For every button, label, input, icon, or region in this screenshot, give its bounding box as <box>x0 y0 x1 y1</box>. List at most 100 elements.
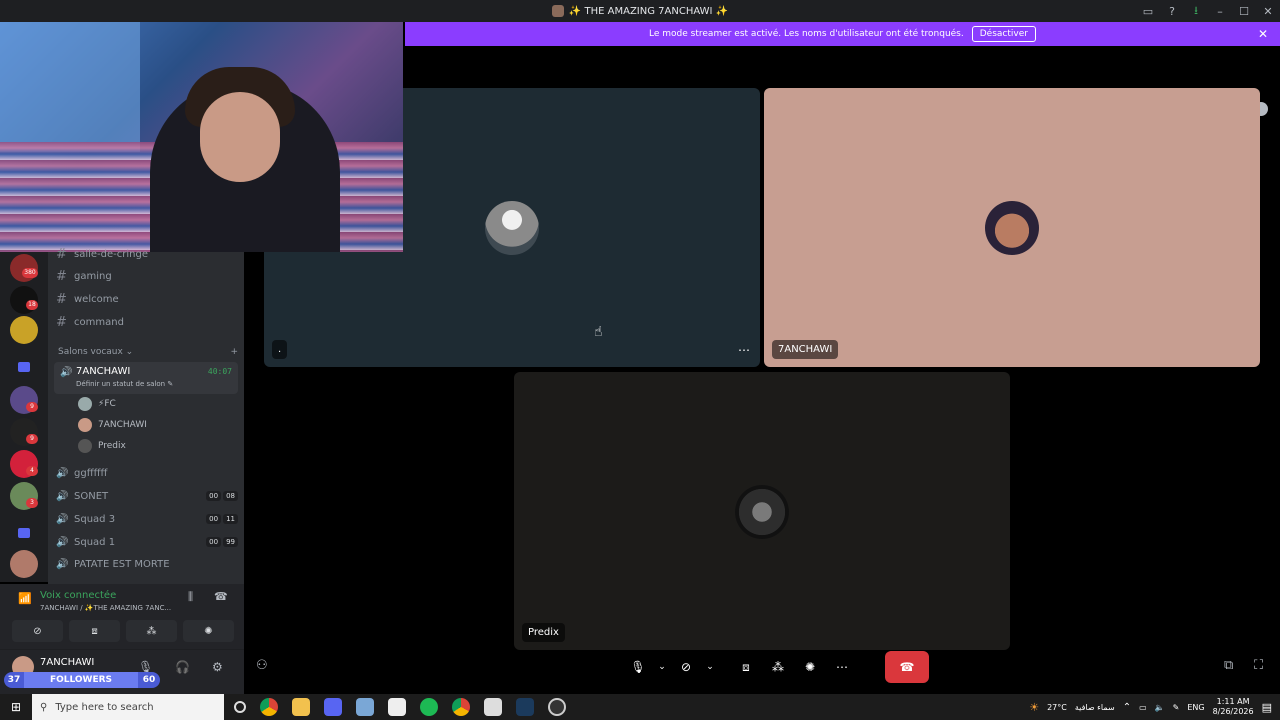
active-voice-channel[interactable]: 🔊 7ANCHAWI Définir un statut de salon ✎ … <box>54 362 238 394</box>
keyboard-icon[interactable] <box>356 698 374 716</box>
maximize-button[interactable]: ☐ <box>1232 5 1256 18</box>
screen-share-icon[interactable]: ⧈ <box>69 620 120 642</box>
network-icon[interactable]: ▭ <box>1139 703 1147 712</box>
weather-text[interactable]: سماء صافية <box>1075 703 1115 712</box>
participant-avatar <box>985 201 1039 255</box>
disconnect-icon[interactable]: ☎ <box>214 590 228 603</box>
weather-temp[interactable]: 27°C <box>1047 703 1067 712</box>
folder-icon[interactable] <box>18 528 30 538</box>
weather-icon[interactable]: ☀ <box>1029 701 1039 714</box>
capcut-icon[interactable] <box>388 698 406 716</box>
channel-name: 7ANCHAWI <box>76 366 131 377</box>
fullscreen-icon[interactable]: ⛶ <box>1254 658 1263 673</box>
voice-section-header[interactable]: Salons vocaux ⌄ + <box>58 347 238 357</box>
speaker-icon: 🔊 <box>56 467 69 479</box>
gear-icon[interactable]: ⚙ <box>212 660 223 674</box>
server-icon[interactable] <box>10 316 38 344</box>
add-channel-icon[interactable]: + <box>230 347 238 357</box>
channel-status[interactable]: Définir un statut de salon ✎ <box>76 380 173 388</box>
voice-status[interactable]: Voix connectée <box>40 590 116 601</box>
speaker-icon: 🔊 <box>56 536 69 548</box>
discord-icon[interactable] <box>324 698 342 716</box>
microphone-icon[interactable]: 🎙 <box>625 652 651 682</box>
pen-icon[interactable]: ✎ <box>1173 703 1180 712</box>
voice-channel[interactable]: 🔊 ggffffff <box>56 463 238 483</box>
video-tile-2[interactable]: 7ANCHAWI <box>764 88 1260 367</box>
video-tile-3[interactable]: Predix <box>514 372 1010 650</box>
participant-avatar <box>485 201 539 255</box>
voice-channel-path[interactable]: 7ANCHAWI / ✨THE AMAZING 7ANC... <box>40 604 171 612</box>
chrome-icon[interactable] <box>260 698 278 716</box>
headphones-icon[interactable]: 🎧 <box>175 660 190 674</box>
spotify-icon[interactable] <box>420 698 438 716</box>
voice-member[interactable]: Predix <box>78 437 126 455</box>
call-timer: 40:07 <box>207 367 232 376</box>
screen-share-icon[interactable]: ⧈ <box>733 652 759 682</box>
chrome-icon[interactable] <box>452 698 470 716</box>
hang-up-button[interactable]: ☎ <box>885 651 929 683</box>
chevron-up-icon[interactable]: ⌃ <box>1123 702 1131 713</box>
soundboard-icon[interactable]: ✺ <box>183 620 234 642</box>
voice-member[interactable]: 7ANCHAWI <box>78 416 147 434</box>
noise-suppression-icon[interactable]: ⫼ <box>188 590 193 604</box>
tile-label: 7ANCHAWI <box>772 340 839 359</box>
task-view-icon[interactable] <box>234 701 246 713</box>
voice-member[interactable]: ⚡FC <box>78 395 116 413</box>
text-channel[interactable]: # salle-de-cringe <box>56 244 238 264</box>
store-icon[interactable] <box>484 698 502 716</box>
username[interactable]: 7ANCHAWI <box>40 657 94 668</box>
more-icon[interactable]: ⋯ <box>829 652 855 682</box>
camera-off-icon[interactable]: ⊘ <box>12 620 63 642</box>
volume-icon[interactable]: 🔈 <box>1155 703 1165 712</box>
signal-icon[interactable]: 📶 <box>18 592 32 605</box>
speaker-icon: 🔊 <box>56 558 69 570</box>
member-name: Predix <box>98 441 126 451</box>
voice-channel[interactable]: 🔊 SONET 00 08 <box>56 486 238 506</box>
help-icon[interactable]: ? <box>1160 5 1184 18</box>
language-indicator[interactable]: ENG <box>1187 703 1204 712</box>
member-name: ⚡FC <box>98 399 116 409</box>
text-channel[interactable]: # welcome <box>56 289 238 309</box>
more-options-icon[interactable]: ⋯ <box>738 343 750 357</box>
clock[interactable]: 1:11 AM 8/26/2026 <box>1213 697 1254 717</box>
channel-name: SONET <box>74 490 109 502</box>
notifications-icon[interactable]: ▤ <box>1262 701 1272 714</box>
server-icon[interactable] <box>10 550 38 578</box>
inbox-icon[interactable]: ▭ <box>1136 5 1160 18</box>
followers-goal: 60 <box>142 675 156 685</box>
text-channel[interactable]: # command <box>56 312 238 332</box>
taskbar-search[interactable]: ⚲ Type here to search <box>32 694 224 720</box>
folder-icon[interactable] <box>18 362 30 372</box>
channel-name: ggffffff <box>74 467 108 479</box>
text-channel[interactable]: # gaming <box>56 266 238 286</box>
camera-off-icon[interactable]: ⊘ <box>673 652 699 682</box>
voice-channel[interactable]: 🔊 Squad 3 00 11 <box>56 509 238 529</box>
window-title: ✨ THE AMAZING 7ANCHAWI ✨ <box>551 5 728 17</box>
minimize-button[interactable]: – <box>1208 5 1232 18</box>
voice-channel[interactable]: 🔊 PATATE EST MORTE <box>56 554 238 574</box>
obs-icon[interactable] <box>548 698 566 716</box>
banner-close-icon[interactable]: ✕ <box>1258 27 1268 41</box>
speaker-icon: 🔊 <box>56 513 69 525</box>
search-placeholder: Type here to search <box>55 701 154 713</box>
disable-streamer-button[interactable]: Désactiver <box>971 26 1036 42</box>
chevron-down-icon[interactable]: ⌄ <box>657 652 667 682</box>
banner-text: Le mode streamer est activé. Les noms d'… <box>649 29 964 39</box>
windows-start-icon[interactable]: ⊞ <box>0 700 32 714</box>
popout-icon[interactable]: ⧉ <box>1224 658 1233 673</box>
file-explorer-icon[interactable] <box>292 698 310 716</box>
close-window-button[interactable]: ✕ <box>1256 5 1280 18</box>
activities-icon[interactable]: ⁂ <box>126 620 177 642</box>
speaker-icon: 🔊 <box>56 490 69 502</box>
download-icon[interactable]: ⭳ <box>1184 2 1208 21</box>
chevron-down-icon[interactable]: ⌄ <box>705 652 715 682</box>
voice-channel[interactable]: 🔊 Squad 1 00 99 <box>56 532 238 552</box>
soundboard-icon[interactable]: ✺ <box>797 652 823 682</box>
activity-icon[interactable]: ⚇ <box>256 658 268 673</box>
system-tray: ☀ 27°C سماء صافية ⌃ ▭ 🔈 ✎ ENG 1:11 AM 8/… <box>1029 694 1280 720</box>
user-count: 00 99 <box>206 537 238 547</box>
steam-icon[interactable] <box>516 698 534 716</box>
webcam-wall <box>0 22 140 152</box>
webcam-overlay <box>0 22 403 252</box>
activities-icon[interactable]: ⁂ <box>765 652 791 682</box>
